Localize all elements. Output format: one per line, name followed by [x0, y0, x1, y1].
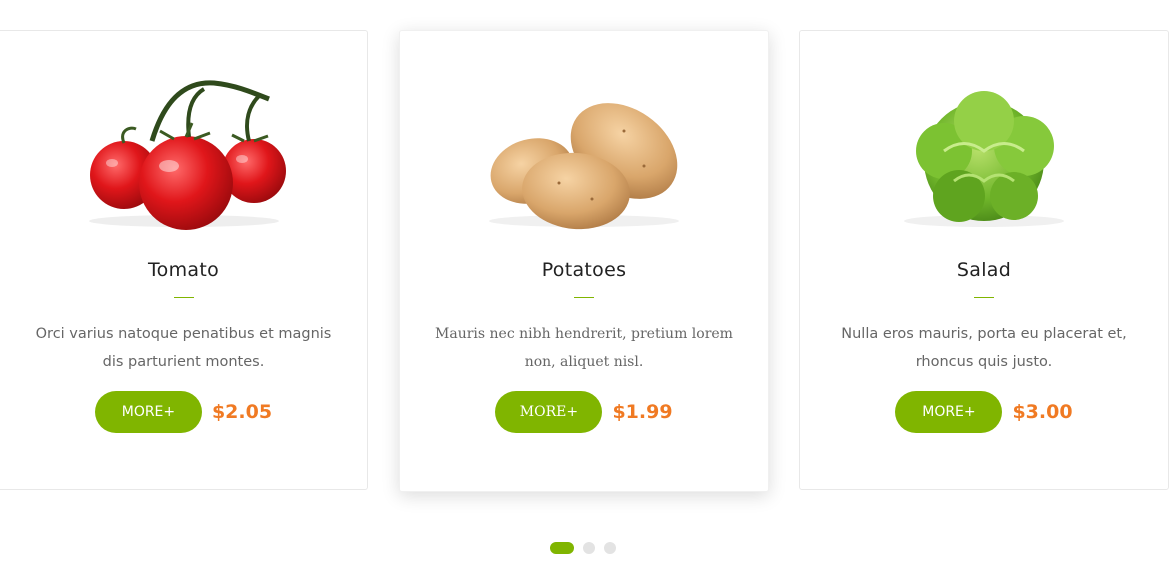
tomato-image	[88, 80, 286, 230]
product-price: $2.05	[211, 401, 273, 423]
product-card-tomato: Tomato Orci varius natoque penatibus et …	[0, 30, 368, 490]
action-row: MORE+ $1.99	[400, 391, 768, 433]
title-divider	[173, 297, 194, 298]
action-row: MORE+ $3.00	[800, 391, 1168, 433]
more-button[interactable]: MORE+	[94, 391, 202, 433]
carousel-pagination	[550, 542, 616, 554]
product-name: Salad	[956, 259, 1012, 281]
title-divider	[974, 297, 994, 298]
product-name: Tomato	[147, 259, 220, 281]
product-card-potatoes: Potatoes Mauris nec nibh hendrerit, pret…	[399, 30, 769, 492]
more-button[interactable]: MORE+	[495, 391, 603, 433]
salad-image	[904, 91, 1064, 227]
product-price: $3.00	[1012, 401, 1073, 423]
title-divider	[574, 297, 594, 298]
product-description: Orci varius natoque penatibus et magnis …	[35, 326, 332, 370]
potatoes-image	[489, 103, 679, 230]
more-button[interactable]: MORE+	[895, 391, 1003, 433]
pagination-dot-2[interactable]	[583, 542, 595, 554]
product-description: Mauris nec nibh hendrerit, pretium lorem…	[435, 326, 733, 370]
pagination-dot-1[interactable]	[550, 542, 574, 554]
product-price: $1.99	[612, 401, 673, 423]
product-name: Potatoes	[541, 259, 627, 281]
product-description: Nulla eros mauris, porta eu placerat et,…	[841, 326, 1127, 370]
product-card-salad: Salad Nulla eros mauris, porta eu placer…	[799, 30, 1169, 490]
action-row: MORE+ $2.05	[0, 391, 367, 433]
pagination-dot-3[interactable]	[604, 542, 616, 554]
